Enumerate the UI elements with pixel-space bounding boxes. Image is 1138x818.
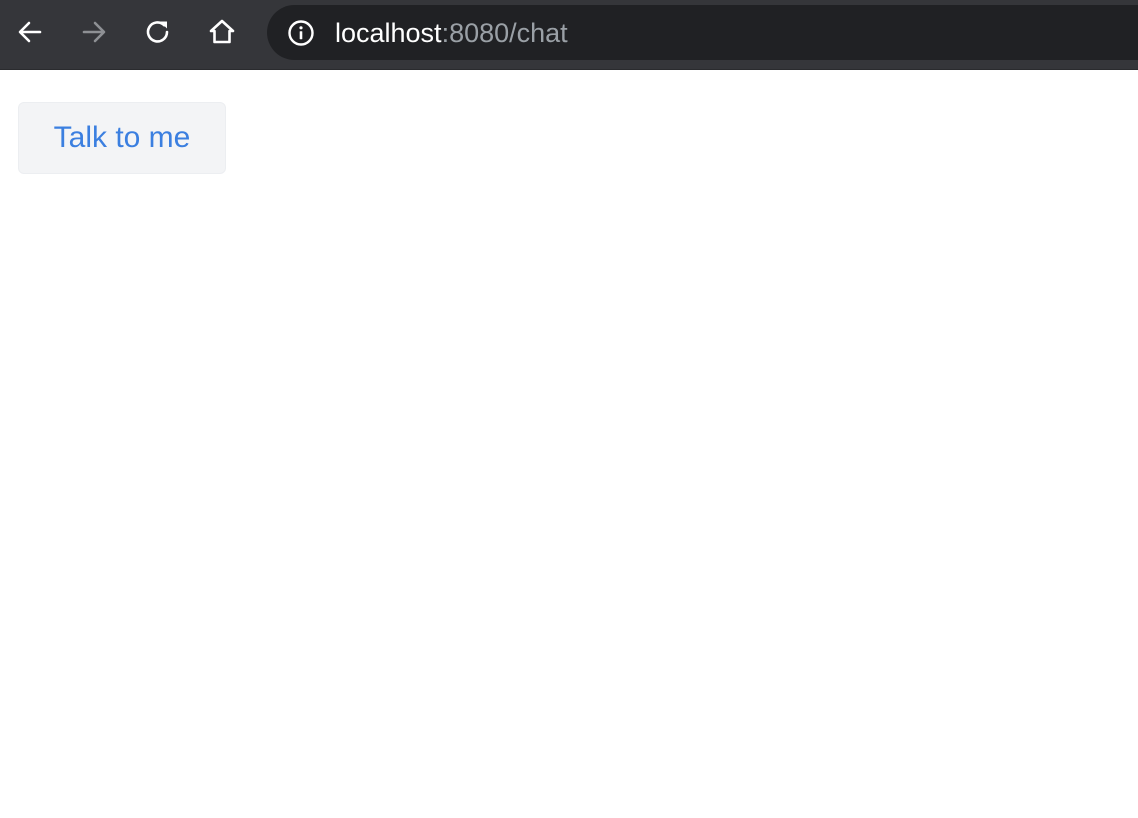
forward-button[interactable] (74, 12, 114, 52)
browser-toolbar: localhost:8080/chat (0, 0, 1138, 70)
address-bar[interactable]: localhost:8080/chat (267, 5, 1138, 60)
url-host: localhost (335, 18, 442, 48)
forward-arrow-icon (82, 21, 106, 43)
page-content: Talk to me (0, 70, 1138, 818)
talk-to-me-button[interactable]: Talk to me (18, 102, 226, 174)
url-text[interactable]: localhost:8080/chat (335, 17, 568, 49)
info-icon[interactable] (287, 19, 315, 47)
reload-button[interactable] (138, 12, 178, 52)
home-button[interactable] (202, 12, 242, 52)
back-button[interactable] (10, 12, 50, 52)
back-arrow-icon (18, 21, 42, 43)
home-icon (209, 19, 235, 44)
reload-icon (146, 21, 169, 43)
url-path: :8080/chat (441, 18, 568, 48)
